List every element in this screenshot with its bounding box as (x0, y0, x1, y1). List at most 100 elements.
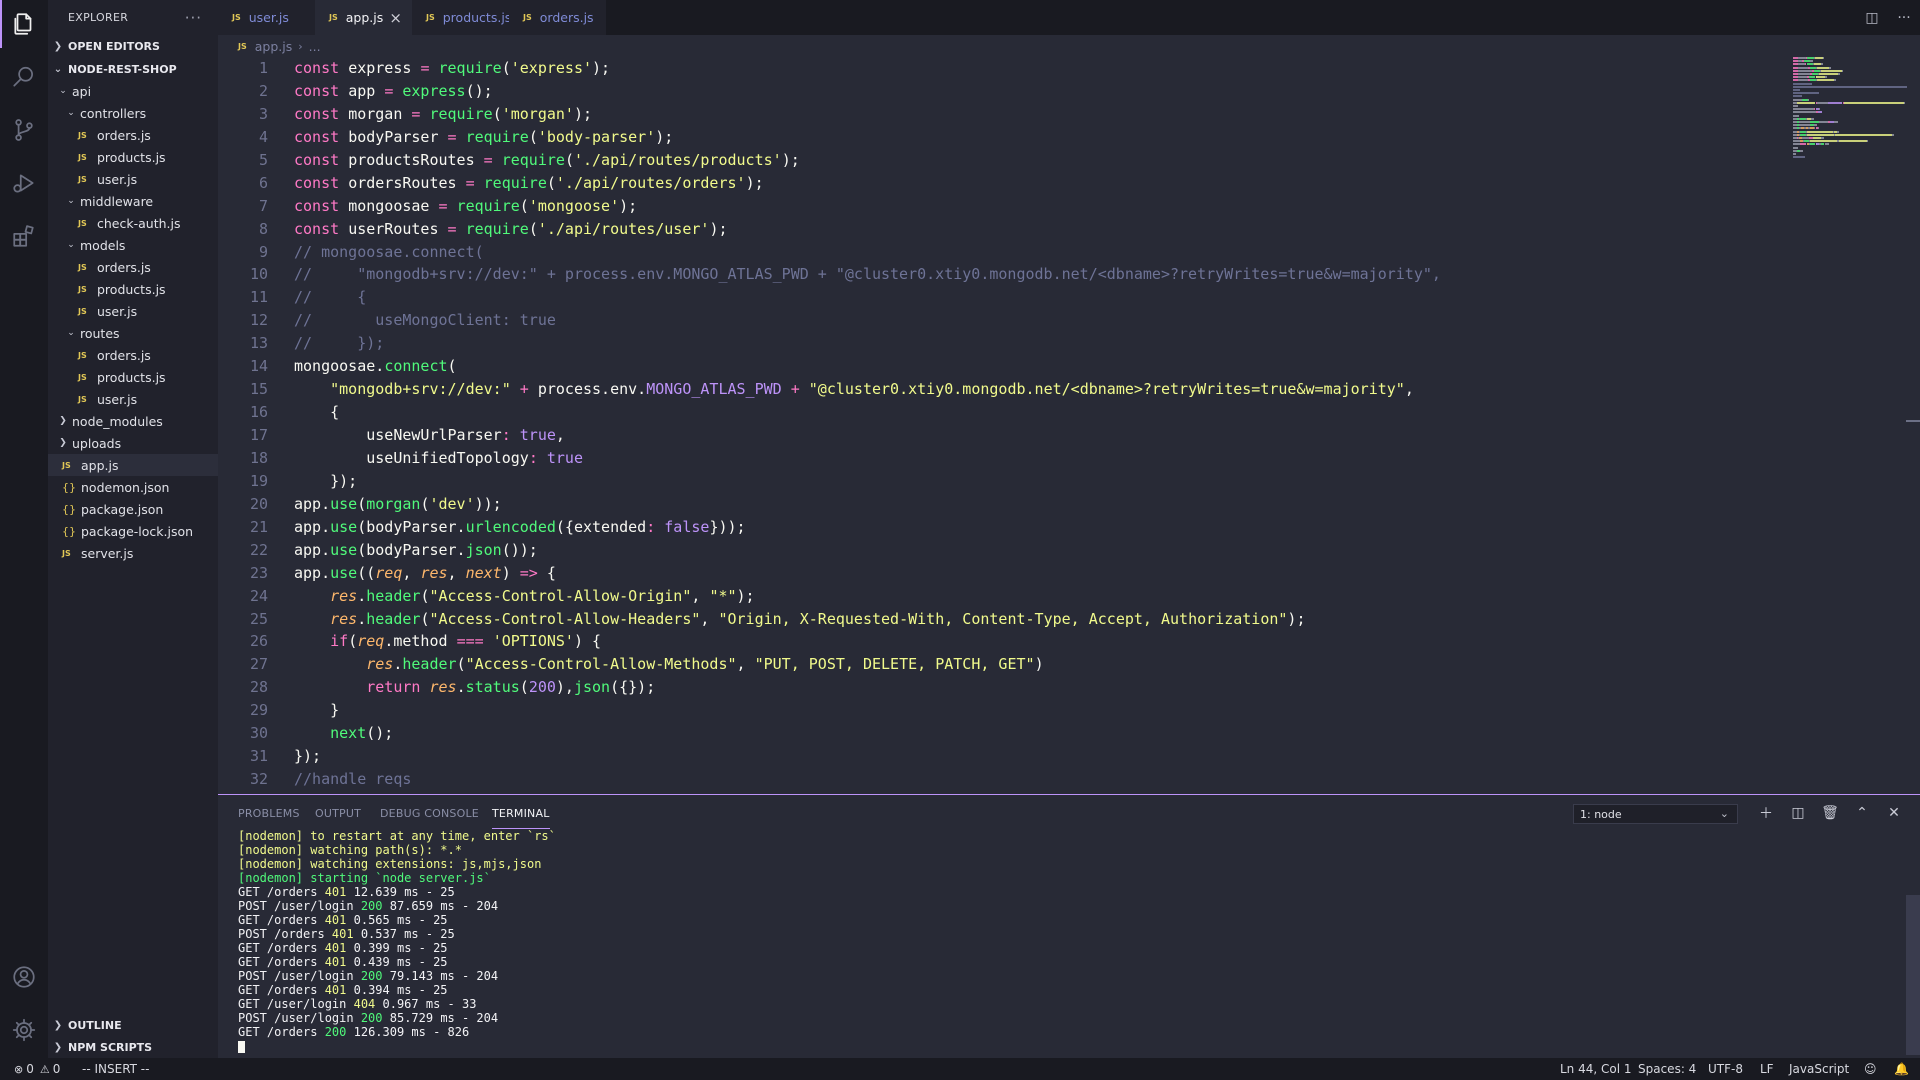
end-of-line[interactable]: LF (1760, 1058, 1774, 1080)
language-mode[interactable]: JavaScript (1789, 1058, 1849, 1080)
code-line[interactable]: const morgan = require('morgan'); (294, 103, 1794, 126)
code-line[interactable]: next(); (294, 722, 1794, 745)
explorer-icon[interactable] (0, 0, 48, 48)
code-line[interactable]: return res.status(200),json({}); (294, 676, 1794, 699)
terminal-output[interactable]: [nodemon] to restart at any time, enter … (238, 829, 1538, 1053)
code-line[interactable]: "mongodb+srv://dev:" + process.env.MONGO… (294, 378, 1794, 401)
file-tree-item[interactable]: JS orders.js (48, 344, 218, 366)
code-line[interactable]: const ordersRoutes = require('./api/rout… (294, 172, 1794, 195)
settings-gear-icon[interactable] (0, 1006, 48, 1054)
panel-tab-output[interactable]: OUTPUT (315, 807, 361, 827)
notifications-bell-icon[interactable]: 🔔 (1894, 1058, 1909, 1080)
code-line[interactable]: const userRoutes = require('./api/routes… (294, 218, 1794, 241)
new-terminal-icon[interactable]: ＋ (1756, 803, 1776, 823)
file-tree-item[interactable]: {} package.json (48, 498, 218, 520)
code-line[interactable]: res.header("Access-Control-Allow-Headers… (294, 608, 1794, 631)
code-line[interactable]: const app = express(); (294, 80, 1794, 103)
code-line[interactable]: res.header("Access-Control-Allow-Methods… (294, 653, 1794, 676)
code-line[interactable]: // { (294, 286, 1794, 309)
code-line[interactable]: const productsRoutes = require('./api/ro… (294, 149, 1794, 172)
code-line[interactable]: // mongoosae.connect( (294, 241, 1794, 264)
more-actions-icon[interactable]: ··· (1888, 10, 1920, 26)
code-line[interactable]: app.use((req, res, next) => { (294, 562, 1794, 585)
file-tree-item[interactable]: ❯ uploads (48, 432, 218, 454)
file-tree-item[interactable]: JS products.js (48, 146, 218, 168)
npm-scripts-section[interactable]: ❯ NPM SCRIPTS (48, 1036, 218, 1058)
code-line[interactable]: useUnifiedTopology: true (294, 447, 1794, 470)
code-line[interactable]: useNewUrlParser: true, (294, 424, 1794, 447)
file-tree-item[interactable]: JS orders.js (48, 124, 218, 146)
code-line[interactable]: app.use(bodyParser.json()); (294, 539, 1794, 562)
file-tree-item[interactable]: JS server.js (48, 542, 218, 564)
tab-orders-js[interactable]: JS orders.js (509, 0, 606, 35)
code-area[interactable]: const express = require('express'); const… (294, 57, 1794, 791)
maximize-panel-icon[interactable]: ⌃ (1852, 803, 1872, 823)
split-terminal-icon[interactable]: ◫ (1788, 803, 1808, 823)
code-line[interactable]: // "mongodb+srv://dev:" + process.env.MO… (294, 263, 1794, 286)
code-line[interactable]: }); (294, 745, 1794, 768)
code-line[interactable]: // useMongoClient: true (294, 309, 1794, 332)
code-line[interactable]: app.use(morgan('dev')); (294, 493, 1794, 516)
encoding[interactable]: UTF-8 (1708, 1058, 1743, 1080)
account-icon[interactable] (0, 953, 48, 1001)
indentation[interactable]: Spaces: 4 (1638, 1058, 1696, 1080)
code-line[interactable]: const mongoosae = require('mongoose'); (294, 195, 1794, 218)
code-line[interactable]: }); (294, 470, 1794, 493)
more-actions-icon[interactable]: ··· (185, 0, 202, 35)
file-tree-item[interactable]: {} package-lock.json (48, 520, 218, 542)
file-tree-item[interactable]: {} nodemon.json (48, 476, 218, 498)
run-debug-icon[interactable] (0, 159, 48, 207)
terminal-scrollbar[interactable] (1906, 895, 1920, 1055)
file-tree-item[interactable]: ❯ node_modules (48, 410, 218, 432)
code-line[interactable]: app.use(bodyParser.urlencoded({extended:… (294, 516, 1794, 539)
close-icon[interactable]: × (389, 0, 402, 35)
file-tree-item[interactable]: ⌄ models (48, 234, 218, 256)
code-line[interactable]: { (294, 401, 1794, 424)
panel-tab-terminal[interactable]: TERMINAL (492, 807, 550, 829)
code-line[interactable]: mongoosae.connect( (294, 355, 1794, 378)
file-tree-item[interactable]: JS orders.js (48, 256, 218, 278)
code-line[interactable]: const bodyParser = require('body-parser'… (294, 126, 1794, 149)
code-line[interactable]: } (294, 699, 1794, 722)
close-panel-icon[interactable]: ✕ (1884, 803, 1904, 823)
file-tree-item[interactable]: ⌄ controllers (48, 102, 218, 124)
tab-user-js[interactable]: JS user.js (218, 0, 315, 35)
file-tree-item[interactable]: JS user.js (48, 300, 218, 322)
outline-section[interactable]: ❯ OUTLINE (48, 1014, 218, 1036)
panel-tab-debug-console[interactable]: DEBUG CONSOLE (380, 807, 479, 827)
code-line[interactable]: const express = require('express'); (294, 57, 1794, 80)
open-editors-section[interactable]: ❯ OPEN EDITORS (48, 35, 218, 57)
file-tree-item[interactable]: JS app.js (48, 454, 218, 476)
code-line[interactable]: res.header("Access-Control-Allow-Origin"… (294, 585, 1794, 608)
minimap[interactable] (1793, 57, 1908, 177)
file-tree-item[interactable]: ⌄ routes (48, 322, 218, 344)
file-tree-item[interactable]: JS user.js (48, 388, 218, 410)
breadcrumb-file[interactable]: app.js (255, 39, 293, 54)
feedback-icon[interactable]: ☺ (1864, 1058, 1877, 1080)
terminal-select[interactable]: 1: node ⌄ (1573, 804, 1738, 824)
source-control-icon[interactable] (0, 106, 48, 154)
code-line[interactable]: // }); (294, 332, 1794, 355)
code-editor[interactable]: 1 2 3 4 5 6 7 8 9 10 11 12 13 14 15 16 17 18 19 20 21 22 23 24 2… (218, 57, 1920, 794)
file-tree-item[interactable]: JS products.js (48, 366, 218, 388)
code-line[interactable]: if(req.method === 'OPTIONS') { (294, 630, 1794, 653)
file-tree-item[interactable]: JS user.js (48, 168, 218, 190)
tab-products-js[interactable]: JS products.js (412, 0, 511, 35)
editor-scrollbar[interactable] (1906, 420, 1920, 422)
split-editor-icon[interactable]: ◫ (1856, 10, 1888, 26)
extensions-icon[interactable] (0, 212, 48, 260)
panel-tab-problems[interactable]: PROBLEMS (238, 807, 300, 827)
file-tree-item[interactable]: JS products.js (48, 278, 218, 300)
terminal-prompt[interactable] (238, 1039, 1538, 1053)
file-tree-item[interactable]: ⌄ api (48, 80, 218, 102)
code-line[interactable]: //handle reqs (294, 768, 1794, 791)
file-tree-item[interactable]: ⌄ middleware (48, 190, 218, 212)
trash-icon[interactable]: 🗑 (1820, 803, 1840, 823)
problems-indicator[interactable]: ⊗ 0 ⚠ 0 (14, 1058, 60, 1080)
cursor-position[interactable]: Ln 44, Col 1 (1560, 1058, 1632, 1080)
tab-app-js[interactable]: JS app.js × (315, 0, 412, 35)
file-tree-item[interactable]: JS check-auth.js (48, 212, 218, 234)
search-icon[interactable] (0, 53, 48, 101)
project-section[interactable]: ⌄ NODE-REST-SHOP (48, 58, 218, 80)
breadcrumb-rest[interactable]: ... (309, 39, 321, 54)
